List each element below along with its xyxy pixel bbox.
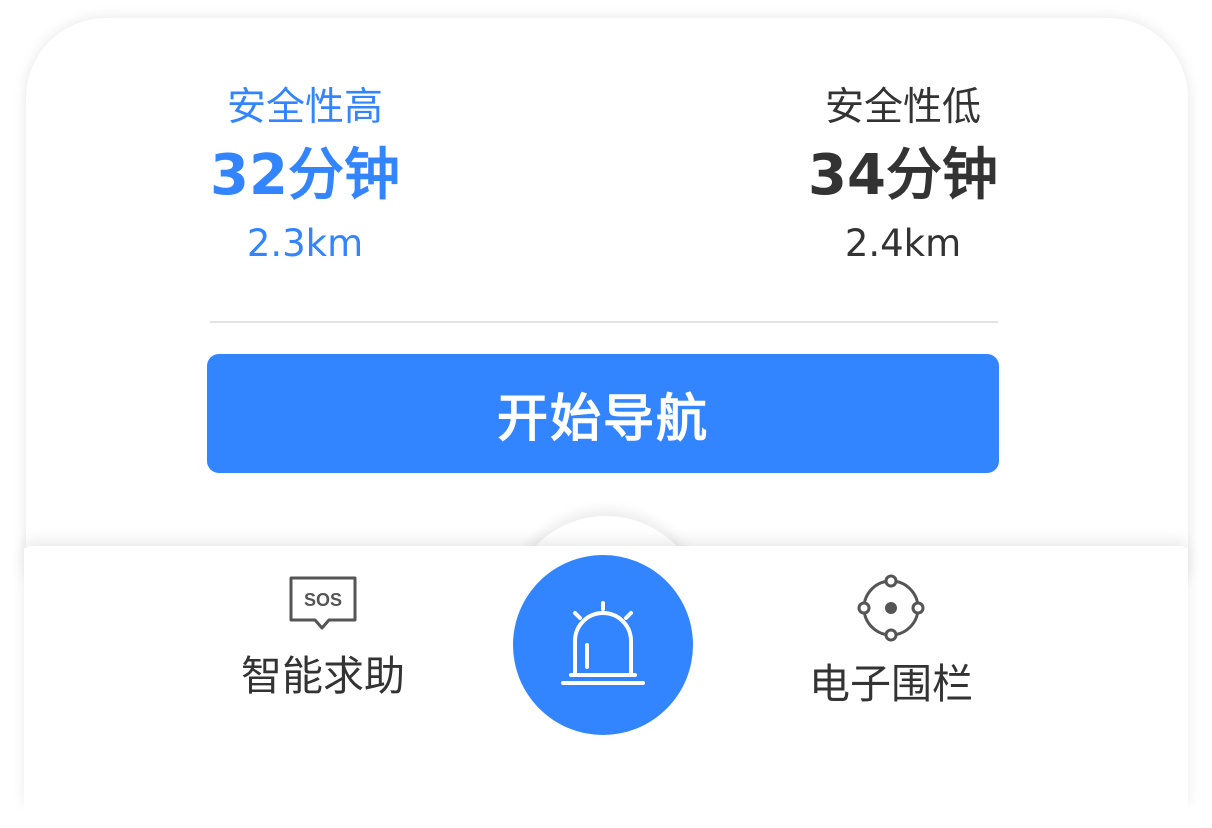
start-navigation-button[interactable]: 开始导航 bbox=[207, 354, 999, 473]
alarm-button[interactable] bbox=[513, 555, 693, 735]
route-option-safe-high[interactable]: 安全性高 32分钟 2.3km bbox=[180, 80, 430, 272]
route-safety-tag: 安全性高 bbox=[226, 85, 383, 130]
page-bottom-edge bbox=[0, 810, 1212, 828]
route-distance: 2.3km bbox=[246, 222, 364, 265]
alarm-light-icon bbox=[561, 601, 645, 685]
route-planning-screen: 安全性高 32分钟 2.3km 安全性低 34分钟 2.4km 开始导航 SOS… bbox=[0, 0, 1212, 828]
route-option-safe-low[interactable]: 安全性低 34分钟 2.4km bbox=[778, 80, 1028, 272]
sos-message-icon: SOS bbox=[222, 574, 424, 638]
tab-smart-help[interactable]: SOS 智能求助 bbox=[222, 574, 424, 704]
tab-label: 电子围栏 bbox=[809, 660, 973, 708]
route-duration: 34分钟 bbox=[808, 143, 998, 208]
tab-label: 智能求助 bbox=[241, 652, 405, 700]
route-safety-tag: 安全性低 bbox=[824, 85, 981, 130]
divider bbox=[210, 321, 998, 323]
tab-geofence[interactable]: 电子围栏 bbox=[790, 570, 992, 712]
route-distance: 2.4km bbox=[844, 222, 962, 265]
geofence-target-icon bbox=[790, 570, 992, 646]
route-duration: 32分钟 bbox=[210, 143, 400, 208]
sos-icon-text: SOS bbox=[304, 590, 342, 610]
